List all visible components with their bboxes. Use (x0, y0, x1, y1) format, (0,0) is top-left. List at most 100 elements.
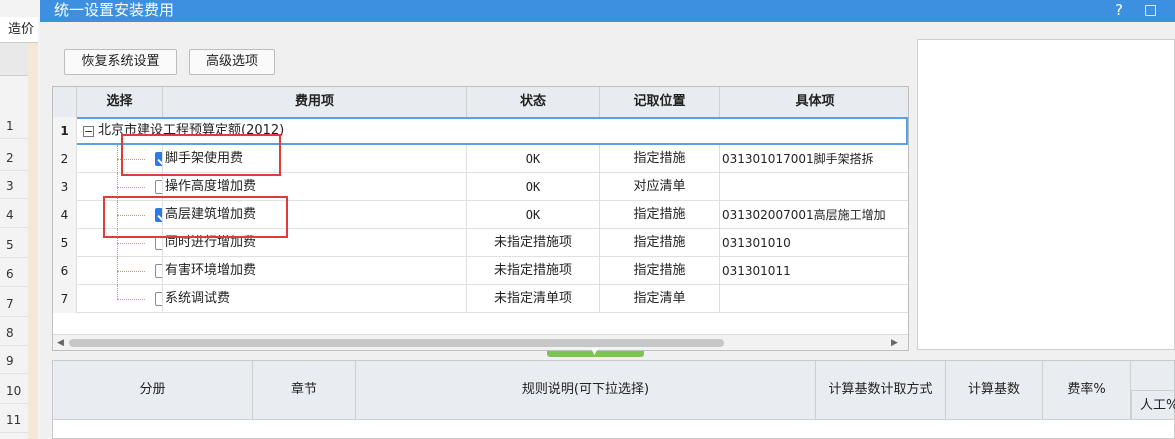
row-checkbox[interactable] (155, 152, 162, 166)
fee-item-name: 脚手架使用费 (163, 145, 467, 173)
rules-table: 分册 章节 规则说明(可下拉选择) 计算基数计取方式 计算基数 费率% 人工% (52, 360, 1175, 439)
fee-item-position[interactable]: 指定措施 (600, 201, 720, 229)
background-row-number: 3 (0, 173, 28, 199)
grid-header-position[interactable]: 记取位置 (600, 87, 720, 117)
background-row-number: 4 (0, 202, 28, 228)
rules-table-header: 分册 章节 规则说明(可下拉选择) 计算基数计取方式 计算基数 费率% 人工% (53, 361, 1175, 420)
grid-header-status[interactable]: 状态 (467, 87, 600, 117)
fee-item-name: 有害环境增加费 (163, 257, 467, 285)
row-number: 3 (53, 173, 77, 201)
fee-item-detail[interactable]: 031301017001脚手架搭拆 (720, 145, 908, 173)
row-number: 2 (53, 145, 77, 173)
grid-header-select[interactable]: 选择 (77, 87, 163, 117)
group-cell: − 北京市建设工程预算定额(2012) (77, 117, 908, 145)
fee-item-position[interactable]: 指定措施 (600, 257, 720, 285)
tree-line (117, 285, 119, 299)
row-number: 5 (53, 229, 77, 257)
table-row[interactable]: 2 脚手架使用费 OK 指定措施 031301017001脚手架搭拆 (53, 145, 908, 173)
background-highlight-column (28, 43, 38, 439)
restore-system-settings-button[interactable]: 恢复系统设置 (64, 49, 177, 75)
tree-line (117, 215, 145, 217)
dialog-titlebar[interactable]: 统一设置安装费用 ? □ (40, 0, 1175, 22)
chevron-down-icon[interactable]: ▼ (591, 347, 598, 357)
row-number: 4 (53, 201, 77, 229)
fee-item-name: 操作高度增加费 (163, 173, 467, 201)
table-row[interactable]: 7 系统调试费 未指定清单项 指定清单 (53, 285, 908, 313)
row-checkbox[interactable] (155, 264, 162, 278)
tree-line (117, 299, 145, 301)
background-row-number: 11 (0, 407, 28, 433)
fee-item-name: 同时进行增加费 (163, 229, 467, 257)
background-row-number: 1 (0, 113, 28, 139)
tree-line (117, 243, 145, 245)
fee-item-status: OK (467, 145, 600, 173)
rules-header-rule[interactable]: 规则说明(可下拉选择) (356, 361, 816, 419)
rules-header-base[interactable]: 计算基数 (946, 361, 1043, 419)
dialog-title: 统一设置安装费用 (54, 1, 175, 19)
fee-item-position[interactable]: 对应清单 (600, 173, 720, 201)
background-row-number: 9 (0, 348, 28, 374)
select-cell (77, 145, 163, 173)
rules-header-volume[interactable]: 分册 (53, 361, 253, 419)
fee-item-status: 未指定清单项 (467, 285, 600, 313)
detail-panel (917, 39, 1175, 350)
row-number: 1 (53, 117, 77, 145)
scroll-right-icon[interactable]: ▶ (891, 335, 898, 350)
fee-item-name: 高层建筑增加费 (163, 201, 467, 229)
fee-item-position[interactable]: 指定措施 (600, 145, 720, 173)
horizontal-scrollbar[interactable]: ◀ ▶ (53, 334, 908, 350)
rules-header-base-method[interactable]: 计算基数计取方式 (816, 361, 946, 419)
select-cell (77, 201, 163, 229)
table-row[interactable]: 5 同时进行增加费 未指定措施项 指定措施 031301010 (53, 229, 908, 257)
tree-line (117, 271, 145, 273)
grid-header-rownum (53, 87, 77, 117)
background-row-number: 6 (0, 261, 28, 287)
tree-line (117, 159, 145, 161)
row-checkbox[interactable] (155, 236, 162, 250)
table-row[interactable]: 3 操作高度增加费 OK 对应清单 (53, 173, 908, 201)
advanced-options-button[interactable]: 高级选项 (189, 49, 275, 75)
fee-item-detail[interactable]: 031302007001高层施工增加 (720, 201, 908, 229)
fee-item-detail[interactable] (720, 285, 908, 313)
grid-header: 选择 费用项 状态 记取位置 具体项 (53, 87, 908, 118)
table-row[interactable]: 6 有害环境增加费 未指定措施项 指定措施 031301011 (53, 257, 908, 285)
row-number: 7 (53, 285, 77, 313)
fee-item-detail[interactable] (720, 173, 908, 201)
select-cell (77, 257, 163, 285)
background-row-number: 5 (0, 232, 28, 258)
fee-item-status: OK (467, 173, 600, 201)
scrollbar-thumb[interactable] (69, 339, 724, 347)
fee-item-status: OK (467, 201, 600, 229)
rules-header-labor[interactable]: 人工% (1131, 390, 1175, 419)
table-row-group[interactable]: 1 − 北京市建设工程预算定额(2012) (53, 117, 908, 145)
rules-header-rate[interactable]: 费率% (1043, 361, 1131, 419)
fee-item-status: 未指定措施项 (467, 229, 600, 257)
select-cell (77, 173, 163, 201)
help-icon[interactable]: ? (1115, 0, 1123, 20)
tree-line (117, 187, 145, 189)
fee-item-detail[interactable]: 031301011 (720, 257, 908, 285)
fee-item-position[interactable]: 指定清单 (600, 285, 720, 313)
collapse-icon[interactable]: − (83, 126, 94, 137)
background-row-number: 8 (0, 320, 28, 346)
background-row-number: 7 (0, 291, 28, 317)
fee-item-detail[interactable]: 031301010 (720, 229, 908, 257)
row-checkbox[interactable] (155, 180, 162, 194)
row-checkbox[interactable] (155, 208, 162, 222)
maximize-icon[interactable]: □ (1144, 0, 1157, 20)
install-fee-dialog: 统一设置安装费用 ? □ 恢复系统设置 高级选项 选择 费用项 状态 记取位置 … (40, 0, 1175, 439)
row-checkbox[interactable] (155, 292, 162, 306)
grid-header-detail[interactable]: 具体项 (720, 87, 908, 117)
rules-header-chapter[interactable]: 章节 (253, 361, 356, 419)
background-tab-cost[interactable]: 造价 (0, 17, 38, 43)
fee-items-grid: 选择 费用项 状态 记取位置 具体项 1 − 北京市建设工程预算定额(2012) … (52, 86, 909, 351)
select-cell (77, 285, 163, 313)
fee-item-name: 系统调试费 (163, 285, 467, 313)
grid-header-item[interactable]: 费用项 (163, 87, 467, 117)
select-cell (77, 229, 163, 257)
fee-item-status: 未指定措施项 (467, 257, 600, 285)
scroll-left-icon[interactable]: ◀ (57, 335, 64, 350)
table-row[interactable]: 4 高层建筑增加费 OK 指定措施 031302007001高层施工增加 (53, 201, 908, 229)
fee-item-position[interactable]: 指定措施 (600, 229, 720, 257)
row-number: 6 (53, 257, 77, 285)
